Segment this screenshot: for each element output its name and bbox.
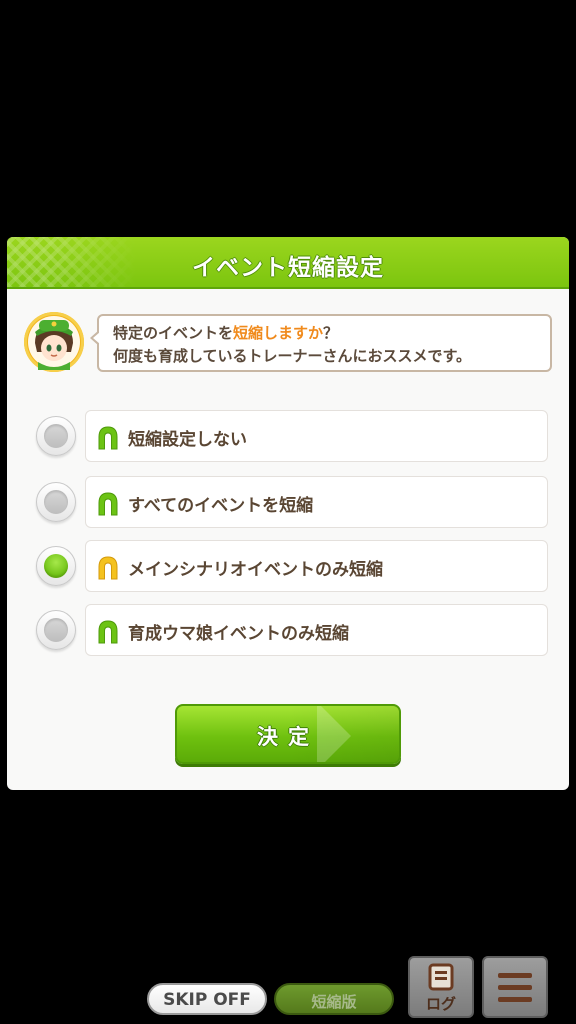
message-highlight: 短縮しますか xyxy=(233,324,324,342)
menu-icon-bar xyxy=(498,973,532,978)
option-label: メインシナリオイベントのみ短縮 xyxy=(128,560,383,580)
option-shorten-uma-events[interactable]: 育成ウマ娘イベントのみ短縮 xyxy=(7,604,569,656)
character-portrait-icon xyxy=(28,316,80,370)
dialog-header: イベント短縮設定 xyxy=(7,237,569,289)
horseshoe-icon xyxy=(98,492,118,516)
menu-icon-bar xyxy=(498,997,532,1002)
skip-label: SKIP OFF xyxy=(163,990,251,1010)
option-label: すべてのイベントを短縮 xyxy=(128,496,314,516)
radio-dot xyxy=(44,424,68,448)
message-line-1: 特定のイベントを短縮しますか？ xyxy=(113,322,338,343)
speech-bubble-tail-fill xyxy=(93,332,100,344)
menu-button[interactable] xyxy=(482,956,548,1018)
radio-dot xyxy=(44,618,68,642)
confirm-label: 決定 xyxy=(257,725,319,749)
option-label: 育成ウマ娘イベントのみ短縮 xyxy=(128,624,349,644)
speech-bubble: 特定のイベントを短縮しますか？ 何度も育成しているトレーナーさんにおススメです。 xyxy=(97,314,552,372)
log-button[interactable]: ログ xyxy=(408,956,474,1018)
horseshoe-icon xyxy=(98,620,118,644)
option-card[interactable]: メインシナリオイベントのみ短縮 xyxy=(85,540,548,592)
radio-button-selected[interactable] xyxy=(36,546,76,586)
option-shorten-all[interactable]: すべてのイベントを短縮 xyxy=(7,476,569,528)
event-shorten-dialog: イベント短縮設定 特定のイベントを短縮しますか？ 何度も育成しているトレーナーさ… xyxy=(7,237,569,790)
radio-dot xyxy=(44,490,68,514)
dialog-title: イベント短縮設定 xyxy=(192,255,384,281)
option-card[interactable]: 育成ウマ娘イベントのみ短縮 xyxy=(85,604,548,656)
radio-button[interactable] xyxy=(36,416,76,456)
radio-button[interactable] xyxy=(36,610,76,650)
short-version-label: 短縮版 xyxy=(311,993,357,1011)
message-text: 特定のイベントを xyxy=(113,324,234,342)
trainer-avatar xyxy=(24,312,84,372)
horseshoe-icon xyxy=(98,426,118,450)
log-document-icon xyxy=(428,963,454,991)
message-question-mark: ？ xyxy=(323,324,339,342)
radio-button[interactable] xyxy=(36,482,76,522)
option-card[interactable]: すべてのイベントを短縮 xyxy=(85,476,548,528)
radio-dot xyxy=(44,554,68,578)
message-line-2: 何度も育成しているトレーナーさんにおススメです。 xyxy=(113,347,472,365)
horseshoe-icon xyxy=(98,556,118,580)
menu-icon-bar xyxy=(498,985,532,990)
short-version-button[interactable]: 短縮版 xyxy=(274,983,394,1015)
confirm-button[interactable]: 決定 xyxy=(175,704,401,764)
option-no-shorten[interactable]: 短縮設定しない xyxy=(7,410,569,462)
skip-toggle-button[interactable]: SKIP OFF xyxy=(147,983,267,1015)
log-label: ログ xyxy=(425,995,456,1013)
option-label: 短縮設定しない xyxy=(128,430,247,450)
option-shorten-main-scenario[interactable]: メインシナリオイベントのみ短縮 xyxy=(7,540,569,592)
option-card[interactable]: 短縮設定しない xyxy=(85,410,548,462)
